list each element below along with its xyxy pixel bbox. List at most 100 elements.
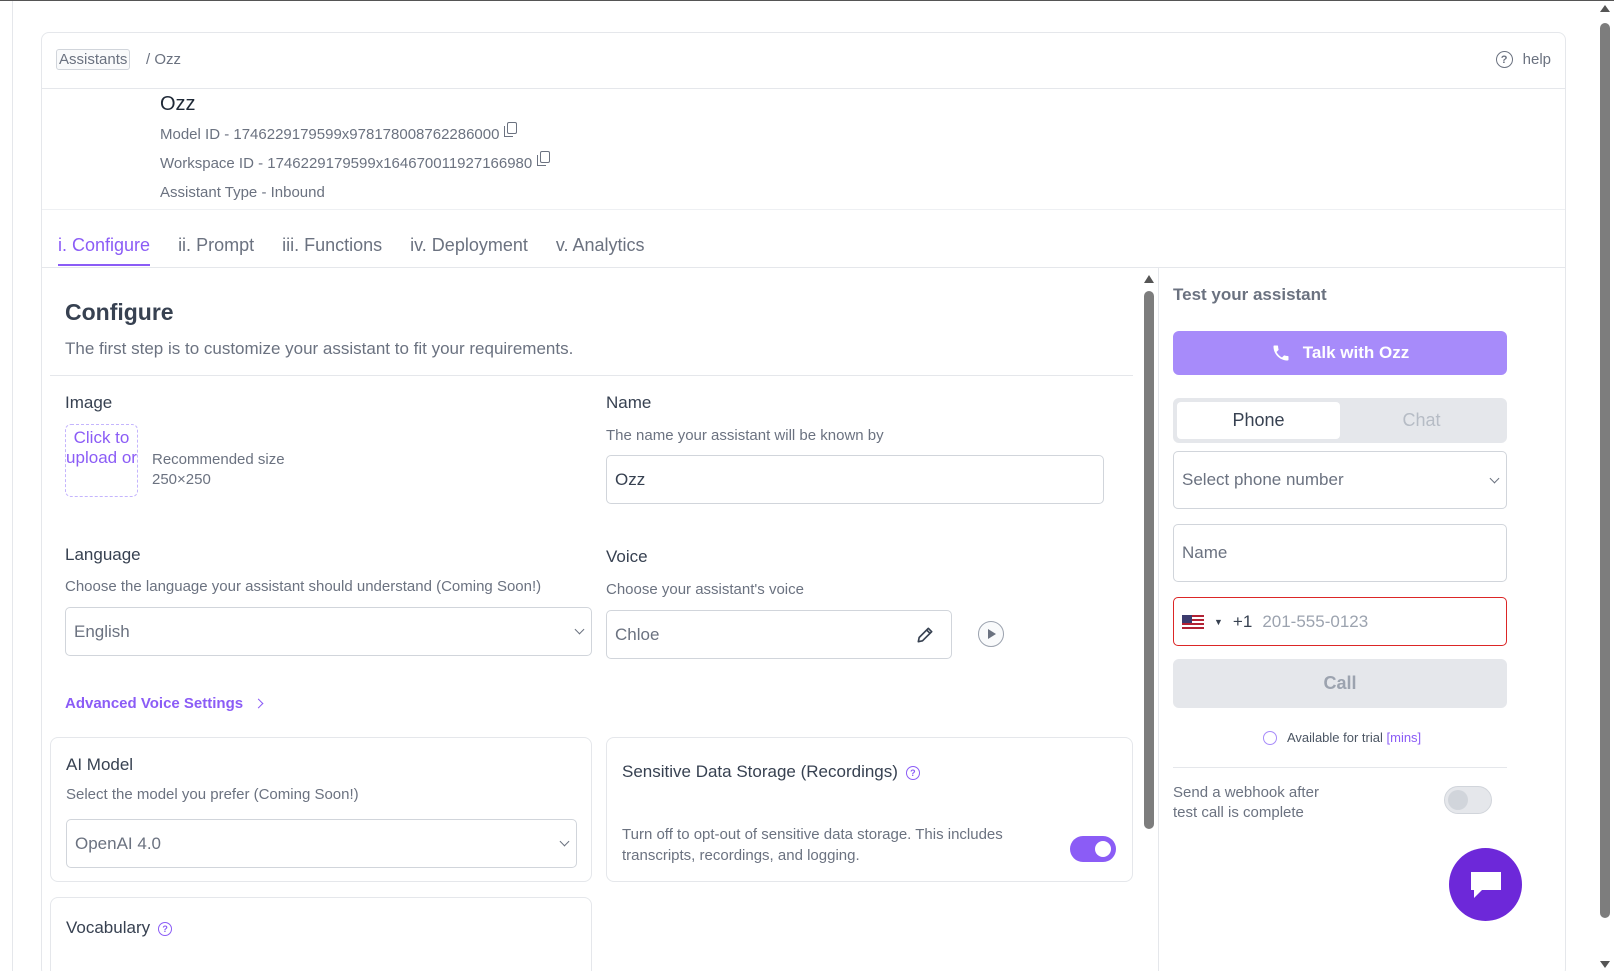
chat-support-button[interactable] (1449, 848, 1522, 921)
model-id-text: Model ID - 1746229179599x978178008762286… (160, 126, 500, 143)
chevron-down-icon (1489, 473, 1500, 483)
recommended-size-label: Recommended size (152, 451, 285, 468)
voice-select[interactable]: Chloe (606, 610, 952, 659)
language-value: English (74, 621, 130, 641)
tab-prompt[interactable]: ii. Prompt (178, 235, 254, 266)
ai-model-label: AI Model (66, 755, 134, 774)
phone-number-select-placeholder: Select phone number (1182, 470, 1344, 489)
configure-scrollbar[interactable] (1142, 273, 1156, 971)
trial-text: Available for trial (1287, 730, 1383, 745)
country-dropdown-caret-icon[interactable]: ▼ (1214, 617, 1223, 627)
webhook-toggle[interactable] (1444, 786, 1492, 814)
name-label: Name (606, 393, 652, 412)
tab-configure[interactable]: i. Configure (58, 235, 151, 266)
test-panel-title: Test your assistant (1173, 285, 1327, 304)
vocabulary-label: Vocabulary? (66, 918, 173, 938)
trial-mins: [mins] (1386, 730, 1422, 745)
call-button[interactable]: Call (1173, 659, 1507, 708)
phone-chat-toggle: Phone Chat (1173, 398, 1507, 443)
voice-value: Chloe (615, 624, 660, 644)
language-select[interactable]: English (65, 607, 592, 656)
webhook-label: Send a webhook after test call is comple… (1173, 784, 1319, 821)
language-hint: Choose the language your assistant shoul… (65, 578, 542, 595)
tab-functions[interactable]: iii. Functions (282, 235, 382, 266)
assistant-info: Ozz Model ID - 1746229179599x97817800876… (160, 93, 551, 213)
help-label: help (1522, 51, 1551, 68)
configure-subtitle: The first step is to customize your assi… (65, 339, 574, 358)
us-flag-icon[interactable] (1182, 614, 1204, 629)
scroll-up-icon[interactable] (1144, 275, 1154, 283)
phone-placeholder: 201-555-0123 (1262, 611, 1369, 631)
chevron-down-icon (574, 624, 585, 635)
tab-bar: i. Configure ii. Prompt iii. Functions i… (58, 235, 645, 266)
workspace-id-text: Workspace ID - 1746229179599x16467001192… (160, 155, 533, 172)
pencil-icon[interactable] (915, 625, 935, 645)
tab-analytics[interactable]: v. Analytics (556, 235, 645, 266)
side-divider (1173, 767, 1507, 768)
test-name-input[interactable]: Name (1173, 524, 1507, 582)
chevron-down-icon (559, 836, 570, 847)
chat-bubble-icon (1470, 871, 1501, 898)
assistant-type-text: Assistant Type - Inbound (160, 184, 325, 201)
breadcrumb-assistants-link[interactable]: Assistants (56, 49, 131, 70)
breadcrumb-current: / Ozz (146, 51, 182, 68)
sensitive-data-desc: Turn off to opt-out of sensitive data st… (622, 826, 1003, 864)
question-circle-icon[interactable]: ? (905, 765, 920, 780)
help-link[interactable]: ? help (1495, 51, 1551, 68)
workspace-id-row: Workspace ID - 1746229179599x16467001192… (160, 151, 551, 184)
page-left-border (12, 1, 13, 971)
image-label: Image (65, 393, 113, 412)
segment-chat[interactable]: Chat (1340, 402, 1503, 439)
talk-button-label: Talk with Ozz (1302, 343, 1410, 362)
trial-availability: Available for trial [mins] (1263, 730, 1421, 745)
clock-icon (1263, 730, 1277, 745)
ai-model-value: OpenAI 4.0 (75, 833, 162, 853)
question-circle-icon: ? (1495, 51, 1513, 68)
language-label: Language (65, 545, 141, 564)
configure-divider (50, 375, 1133, 376)
vocabulary-title: Vocabulary (66, 918, 151, 937)
name-input[interactable]: Ozz (606, 455, 1104, 504)
side-panel-divider (1158, 268, 1159, 971)
scroll-up-icon[interactable] (1600, 5, 1610, 12)
play-voice-icon[interactable] (978, 621, 1004, 647)
call-button-label: Call (1323, 673, 1357, 693)
sensitive-data-title: Sensitive Data Storage (Recordings) (622, 762, 898, 781)
phone-number-select[interactable]: Select phone number (1173, 451, 1507, 509)
image-upload-dropzone[interactable]: Click to upload or (65, 424, 138, 497)
scrollbar-thumb[interactable] (1144, 291, 1154, 829)
name-input-value: Ozz (615, 469, 646, 489)
tab-deployment[interactable]: iv. Deployment (410, 235, 528, 266)
talk-with-assistant-button[interactable]: Talk with Ozz (1173, 331, 1507, 375)
copy-icon[interactable] (537, 151, 551, 166)
assistant-name-title: Ozz (160, 93, 196, 115)
tabs-divider (42, 267, 1565, 268)
ai-model-hint: Select the model you prefer (Coming Soon… (66, 786, 359, 803)
breadcrumb: Assistants / Ozz ? help (42, 33, 1565, 89)
country-code: +1 (1232, 611, 1253, 631)
test-name-placeholder: Name (1182, 543, 1228, 562)
model-id-row: Model ID - 1746229179599x978178008762286… (160, 122, 550, 155)
advanced-voice-settings-label: Advanced Voice Settings (65, 695, 244, 712)
configure-title: Configure (65, 299, 174, 325)
scrollbar-thumb[interactable] (1600, 23, 1610, 918)
scroll-down-icon[interactable] (1600, 961, 1610, 968)
assistant-card: Assistants / Ozz ? help Ozz Model ID - 1… (41, 32, 1566, 971)
page-scrollbar[interactable] (1596, 1, 1614, 971)
question-circle-icon[interactable]: ? (158, 921, 173, 936)
sensitive-data-label: Sensitive Data Storage (Recordings)? (622, 762, 920, 782)
ai-model-select[interactable]: OpenAI 4.0 (66, 819, 577, 868)
recommended-size: Recommended size 250×250 (152, 450, 285, 490)
chevron-right-icon (253, 698, 264, 709)
copy-icon[interactable] (504, 122, 518, 137)
segment-phone[interactable]: Phone (1177, 402, 1340, 439)
info-divider (42, 209, 1565, 210)
sensitive-data-card: Sensitive Data Storage (Recordings)? Tur… (606, 737, 1133, 882)
ai-model-card: AI Model Select the model you prefer (Co… (50, 737, 592, 882)
phone-number-input[interactable]: ▼ +1 201-555-0123 (1173, 597, 1507, 646)
advanced-voice-settings-link[interactable]: Advanced Voice Settings (65, 695, 264, 712)
sensitive-data-toggle[interactable] (1070, 836, 1116, 862)
voice-hint: Choose your assistant's voice (606, 581, 804, 598)
phone-icon (1273, 345, 1289, 361)
vocabulary-card: Vocabulary? (50, 897, 592, 971)
